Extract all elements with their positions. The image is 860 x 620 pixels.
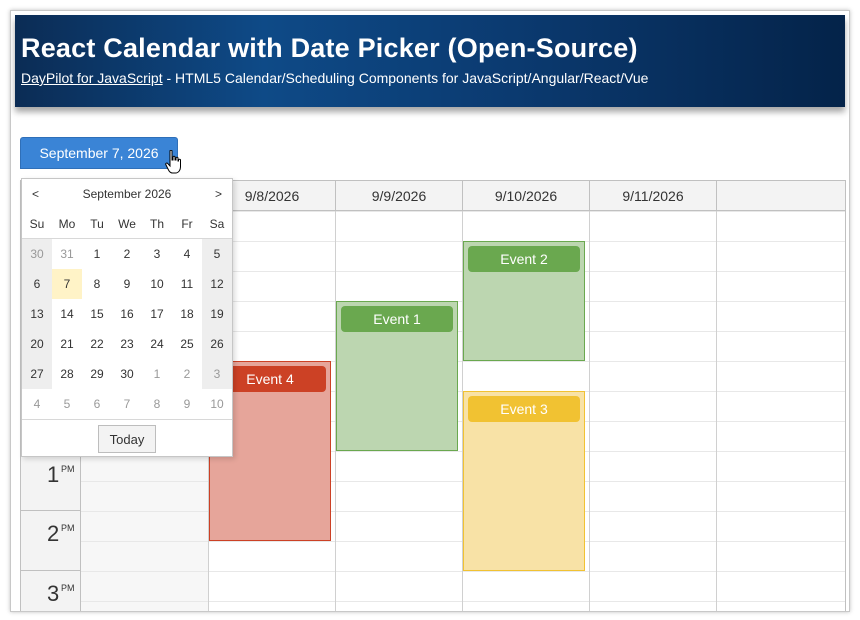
picker-day[interactable]: 23 [112,329,142,359]
picker-day[interactable]: 5 [52,389,82,419]
picker-day[interactable]: 13 [22,299,52,329]
hour-label: 3 PM [21,571,81,611]
picker-day[interactable]: 16 [112,299,142,329]
weekday-label: Tu [82,209,112,239]
picker-day[interactable]: 4 [22,389,52,419]
picker-day[interactable]: 28 [52,359,82,389]
picker-day[interactable]: 3 [142,239,172,269]
picker-day[interactable]: 14 [52,299,82,329]
picker-day[interactable]: 30 [22,239,52,269]
first-day-column-bg [81,451,208,611]
picker-day[interactable]: 9 [172,389,202,419]
date-picker-popup: < September 2026 > Su Mo Tu We Th Fr Sa 30 31 1 2 3… [21,178,233,457]
event-title: Event 2 [468,246,580,272]
slot-gridline [81,601,845,602]
page-subtitle: DayPilot for JavaScript - HTML5 Calendar… [21,70,648,86]
picker-week-row: 27 28 29 30 1 2 3 [22,359,232,389]
picker-day[interactable]: 8 [142,389,172,419]
today-button[interactable]: Today [98,425,156,453]
picker-day[interactable]: 18 [172,299,202,329]
picker-day[interactable]: 30 [112,359,142,389]
picker-day[interactable]: 10 [142,269,172,299]
picker-day[interactable]: 8 [82,269,112,299]
prev-month-button[interactable]: < [32,187,39,201]
picker-day[interactable]: 31 [52,239,82,269]
daypilot-link[interactable]: DayPilot for JavaScript [21,70,163,86]
weekday-label: Fr [172,209,202,239]
picker-day[interactable]: 6 [82,389,112,419]
hour-label: 2 PM [21,511,81,571]
picker-day[interactable]: 11 [172,269,202,299]
picker-day[interactable]: 10 [202,389,232,419]
date-picker-button[interactable]: September 7, 2026 [20,137,178,169]
event-title: Event 1 [341,306,453,332]
calendar-event[interactable]: Event 2 [463,241,585,361]
slot-gridline [81,571,845,572]
picker-day[interactable]: 21 [52,329,82,359]
app-frame: React Calendar with Date Picker (Open-So… [10,10,850,612]
picker-day[interactable]: 27 [22,359,52,389]
picker-day[interactable]: 22 [82,329,112,359]
picker-weekday-row: Su Mo Tu We Th Fr Sa [22,209,232,239]
page-title: React Calendar with Date Picker (Open-So… [21,33,638,63]
picker-day[interactable]: 7 [112,389,142,419]
picker-day[interactable]: 29 [82,359,112,389]
weekday-label: Sa [202,209,232,239]
weekday-label: Su [22,209,52,239]
hour-number: 3 [47,581,60,606]
column-header: 9/10/2026 [462,181,589,210]
day-gridline [716,211,717,611]
picker-day[interactable]: 1 [142,359,172,389]
picker-day[interactable]: 3 [202,359,232,389]
picker-day[interactable]: 6 [22,269,52,299]
picker-day[interactable]: 2 [112,239,142,269]
column-header-filler [716,181,726,210]
column-header: 9/11/2026 [589,181,716,210]
picker-day[interactable]: 19 [202,299,232,329]
page-header: React Calendar with Date Picker (Open-So… [15,15,845,107]
picker-day[interactable]: 15 [82,299,112,329]
hour-ampm: PM [61,583,75,593]
picker-day[interactable]: 5 [202,239,232,269]
picker-week-row: 4 5 6 7 8 9 10 [22,389,232,419]
picker-day[interactable]: 7 [52,269,82,299]
picker-day[interactable]: 25 [172,329,202,359]
hour-label: 1 PM [21,451,81,511]
hour-number: 2 [47,521,60,546]
picker-day[interactable]: 4 [172,239,202,269]
picker-week-row: 6 7 8 9 10 11 12 [22,269,232,299]
event-title: Event 3 [468,396,580,422]
weekday-label: Mo [52,209,82,239]
picker-day[interactable]: 9 [112,269,142,299]
picker-footer: Today [22,419,232,456]
picker-day[interactable]: 12 [202,269,232,299]
picker-day[interactable]: 1 [82,239,112,269]
picker-week-row: 20 21 22 23 24 25 26 [22,329,232,359]
picker-day[interactable]: 2 [172,359,202,389]
hour-number: 1 [47,462,60,487]
picker-grid: Su Mo Tu We Th Fr Sa 30 31 1 2 3 4 5 6 7 8 9 10 11 12 13 14 15 1… [22,209,232,419]
day-gridline [589,211,590,611]
subtitle-text: - HTML5 Calendar/Scheduling Components f… [162,70,649,86]
next-month-button[interactable]: > [215,187,222,201]
picker-day[interactable]: 26 [202,329,232,359]
picker-week-row: 13 14 15 16 17 18 19 [22,299,232,329]
hand-cursor-icon [165,150,181,174]
picker-day[interactable]: 17 [142,299,172,329]
weekday-label: Th [142,209,172,239]
picker-nav: < September 2026 > [22,179,232,208]
column-header: 9/9/2026 [335,181,462,210]
calendar-event[interactable]: Event 1 [336,301,458,451]
picker-day[interactable]: 24 [142,329,172,359]
weekday-label: We [112,209,142,239]
picker-week-row: 30 31 1 2 3 4 5 [22,239,232,269]
picker-day[interactable]: 20 [22,329,52,359]
hour-ampm: PM [61,523,75,533]
calendar-event[interactable]: Event 3 [463,391,585,571]
hour-ampm: PM [61,464,75,474]
picker-month-label: September 2026 [82,186,172,201]
